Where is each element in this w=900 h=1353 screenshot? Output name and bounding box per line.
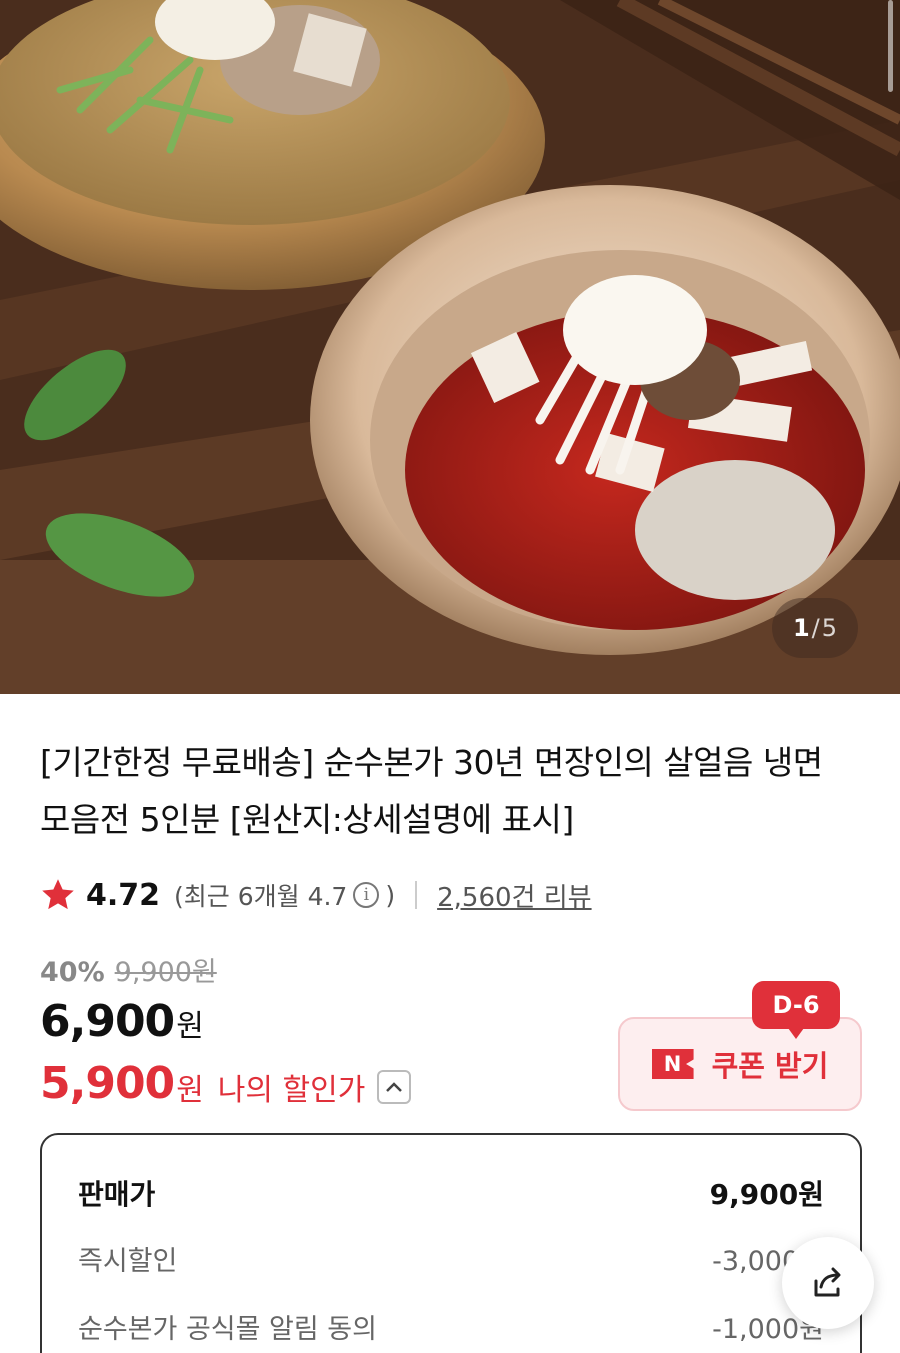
discount-percent: 40% — [40, 957, 105, 988]
my-price-row[interactable]: 5,900 원 나의 할인가 — [40, 1058, 412, 1109]
n-coupon-icon: N — [651, 1049, 694, 1079]
rating-row: 4.72 (최근 6개월 4.7 i ) 2,560건 리뷰 — [40, 872, 592, 918]
reviews-link[interactable]: 2,560건 리뷰 — [437, 877, 591, 914]
image-page-counter: 1 / 5 — [772, 598, 858, 658]
breakdown-row: 즉시할인 -3,000원 — [78, 1239, 824, 1278]
my-price-currency: 원 — [176, 1072, 204, 1108]
star-icon — [42, 879, 74, 910]
chevron-up-icon[interactable] — [377, 1069, 412, 1104]
breakdown-label: 판매가 — [78, 1178, 156, 1211]
current-page: 1 — [792, 614, 810, 642]
recent-rating: (최근 6개월 4.7 i ) — [174, 877, 395, 913]
price-breakdown: 판매가 9,900원 즉시할인 -3,000원 순수본가 공식몰 알림 동의 -… — [40, 1133, 862, 1353]
total-pages: 5 — [821, 614, 838, 642]
product-title: [기간한정 무료배송] 순수본가 30년 면장인의 살얼음 냉면 모음전 5인분… — [40, 743, 823, 839]
info-icon[interactable]: i — [353, 882, 380, 908]
my-price-label: 나의 할인가 — [217, 1072, 366, 1108]
coupon-button[interactable]: N 쿠폰 받기 — [618, 1017, 862, 1111]
breakdown-value: 9,900원 — [709, 1178, 824, 1211]
breakdown-label: 즉시할인 — [78, 1246, 178, 1277]
divider — [415, 881, 418, 909]
page-scrollbar[interactable] — [888, 0, 893, 92]
my-discount-price: 5,900 — [40, 1058, 175, 1109]
breakdown-row: 순수본가 공식몰 알림 동의 -1,000원 — [78, 1307, 824, 1346]
sale-price: 6,900 — [40, 996, 175, 1047]
original-price: 9,900원 — [114, 957, 217, 988]
page-separator: / — [811, 614, 820, 642]
coupon-label: 쿠폰 받기 — [711, 1049, 829, 1083]
breakdown-label: 순수본가 공식몰 알림 동의 — [78, 1314, 377, 1345]
share-button[interactable] — [782, 1237, 874, 1329]
sale-price-row: 6,900 원 — [40, 996, 204, 1047]
breakdown-row: 판매가 9,900원 — [78, 1173, 824, 1213]
product-image-carousel[interactable]: 1 / 5 — [0, 0, 900, 694]
share-icon — [814, 1267, 841, 1297]
product-photo — [0, 0, 900, 694]
recent-rating-close: ) — [385, 880, 396, 910]
rating-value: 4.72 — [86, 877, 161, 913]
discount-row: 40% 9,900원 — [40, 950, 217, 989]
recent-rating-label: (최근 6개월 4.7 — [174, 882, 348, 911]
coupon-dday-badge: D-6 — [752, 981, 840, 1039]
sale-price-currency: 원 — [176, 1009, 204, 1044]
